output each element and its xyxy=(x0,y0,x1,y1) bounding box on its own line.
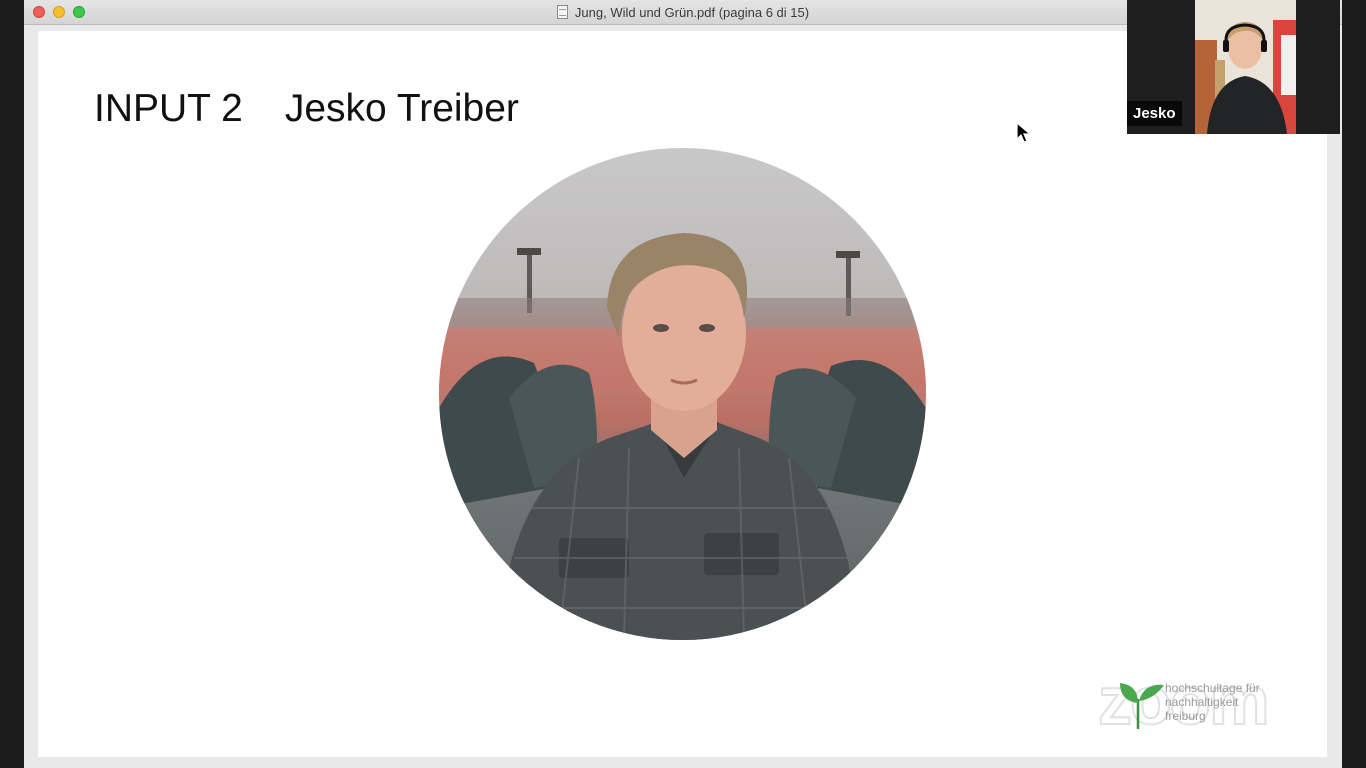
window-title: Jung, Wild und Grün.pdf (pagina 6 di 15) xyxy=(574,4,810,20)
slide-title-speaker: Jesko Treiber xyxy=(284,87,519,130)
pdf-document-icon xyxy=(556,5,568,19)
logo-line-2: nachhaltigkeit xyxy=(1165,695,1239,709)
participant-name-label: Jesko xyxy=(1127,101,1182,126)
logo-text: hochschultage für nachhaltigkeit freibur… xyxy=(1165,681,1260,723)
participant-video-feed xyxy=(1195,0,1296,134)
portrait-illustration xyxy=(439,233,926,640)
mouse-pointer-icon xyxy=(1016,122,1032,143)
logo-line-3: freiburg xyxy=(1165,709,1206,723)
screen: Jung, Wild und Grün.pdf (pagina 6 di 15)… xyxy=(0,0,1366,768)
speaker-portrait xyxy=(439,148,926,640)
participant-video-tile[interactable]: Jesko xyxy=(1127,0,1340,134)
slide-page: INPUT 2 Jesko Treiber zoom hochschultage… xyxy=(38,31,1327,757)
slide-title-input: INPUT 2 xyxy=(94,87,243,130)
logo-line-1: hochschultage für xyxy=(1165,681,1260,695)
participant-video-image xyxy=(1195,0,1296,134)
organization-logo: zoom hochschultage für nachhaltigkeit fr… xyxy=(1097,666,1318,736)
slide-title: INPUT 2 Jesko Treiber xyxy=(94,87,519,131)
